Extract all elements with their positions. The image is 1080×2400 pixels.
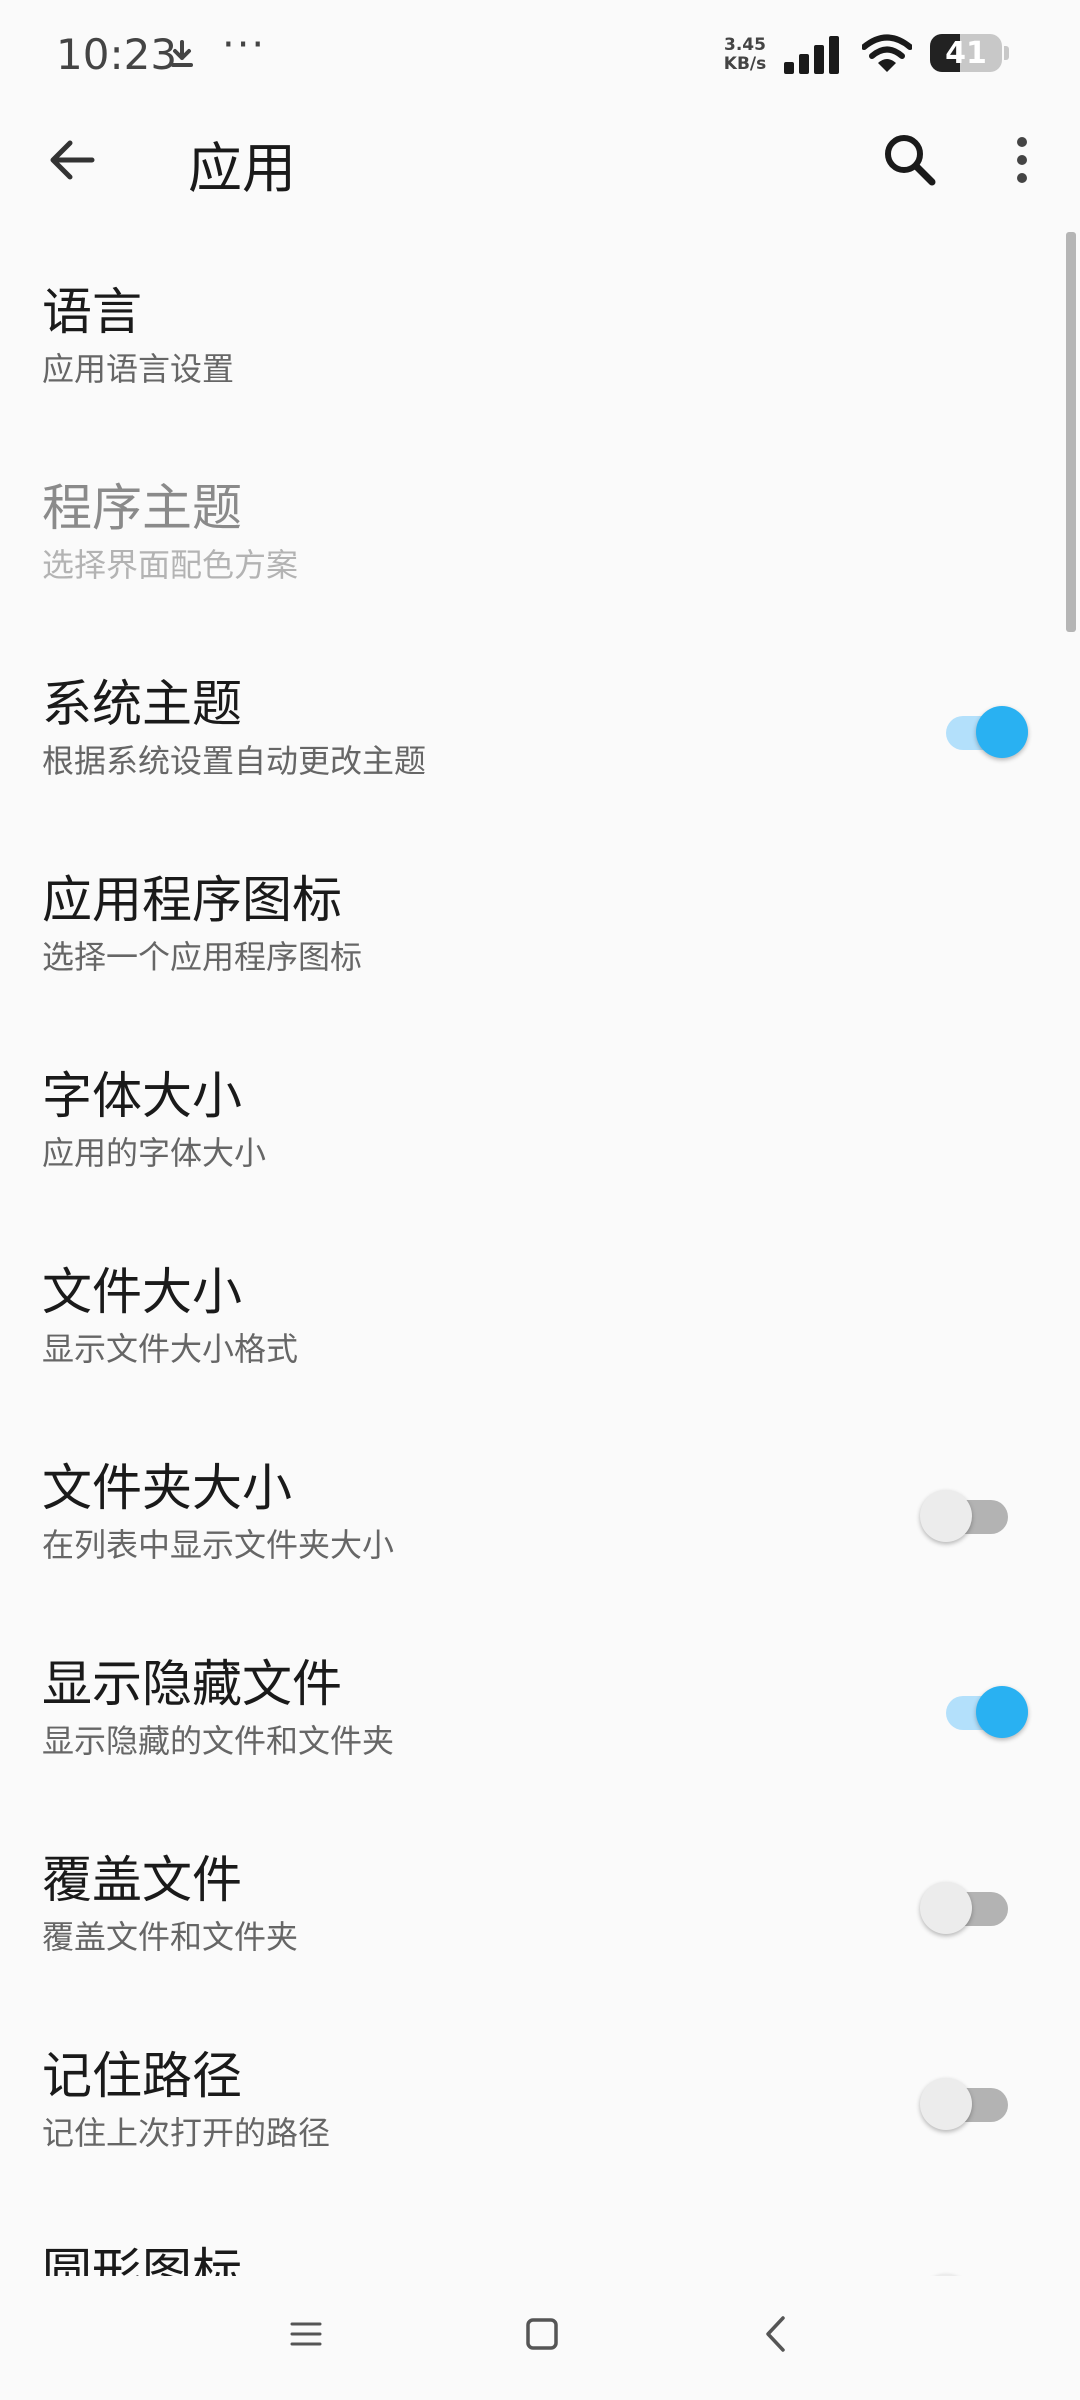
setting-row[interactable]: 文件夹大小在列表中显示文件夹大小	[0, 1416, 1080, 1612]
app-bar: 应用	[0, 110, 1080, 210]
network-speed-value: 3.45	[724, 35, 766, 55]
toggle-switch[interactable]	[920, 1876, 1030, 1936]
toggle-switch[interactable]	[920, 2072, 1030, 2132]
toggle-thumb	[976, 1686, 1028, 1738]
setting-title: 程序主题	[42, 479, 242, 537]
setting-row[interactable]: 记住路径记住上次打开的路径	[0, 2004, 1080, 2200]
toggle-thumb	[976, 706, 1028, 758]
page-title: 应用	[188, 137, 296, 200]
network-speed: 3.45 KB/s	[718, 36, 772, 74]
setting-title: 圆形图标	[42, 2243, 242, 2276]
setting-row[interactable]: 显示隐藏文件显示隐藏的文件和文件夹	[0, 1612, 1080, 1808]
back-icon[interactable]	[756, 2310, 796, 2358]
setting-subtitle: 覆盖文件和文件夹	[42, 1918, 299, 1956]
more-vert-icon[interactable]	[994, 128, 1050, 192]
setting-title: 文件大小	[42, 1263, 242, 1321]
status-bar: 10:23 ··· 3.45 KB/s 41	[0, 0, 1080, 110]
setting-row[interactable]: 覆盖文件覆盖文件和文件夹	[0, 1808, 1080, 2004]
battery-icon: 41	[930, 34, 1010, 74]
home-icon[interactable]	[520, 2312, 564, 2356]
system-navigation-bar	[0, 2276, 1080, 2400]
setting-title: 文件夹大小	[42, 1459, 292, 1517]
more-notifications-icon: ···	[222, 22, 267, 68]
setting-row[interactable]: 系统主题根据系统设置自动更改主题	[0, 632, 1080, 828]
setting-title: 字体大小	[42, 1067, 242, 1125]
setting-subtitle: 选择界面配色方案	[42, 546, 299, 584]
setting-subtitle: 应用的字体大小	[42, 1134, 267, 1172]
setting-title: 系统主题	[42, 675, 242, 733]
toggle-switch[interactable]	[920, 1484, 1030, 1544]
toggle-thumb	[920, 1490, 972, 1542]
setting-subtitle: 根据系统设置自动更改主题	[42, 742, 427, 780]
setting-row[interactable]: 程序主题选择界面配色方案	[0, 436, 1080, 632]
setting-title: 覆盖文件	[42, 1851, 242, 1909]
toggle-thumb	[920, 1882, 972, 1934]
network-speed-unit: KB/s	[723, 54, 767, 74]
setting-row[interactable]: 文件大小显示文件大小格式	[0, 1220, 1080, 1416]
toggle-switch[interactable]	[920, 700, 1030, 760]
menu-icon[interactable]	[286, 2314, 326, 2354]
arrow-back-icon[interactable]	[40, 128, 104, 192]
settings-list: 语言应用语言设置程序主题选择界面配色方案系统主题根据系统设置自动更改主题应用程序…	[0, 240, 1080, 2276]
setting-subtitle: 应用语言设置	[42, 350, 235, 388]
search-icon[interactable]	[878, 128, 942, 192]
setting-subtitle: 显示隐藏的文件和文件夹	[42, 1722, 395, 1760]
setting-title: 应用程序图标	[42, 871, 342, 929]
setting-row[interactable]: 圆形图标	[0, 2200, 1080, 2276]
status-time: 10:23	[56, 30, 178, 79]
setting-title: 语言	[42, 283, 142, 341]
toggle-thumb	[920, 2078, 972, 2130]
setting-subtitle: 在列表中显示文件夹大小	[42, 1526, 395, 1564]
setting-subtitle: 记住上次打开的路径	[42, 2114, 331, 2152]
toggle-switch[interactable]	[920, 2268, 1030, 2276]
download-icon	[171, 40, 193, 67]
setting-subtitle: 显示文件大小格式	[42, 1330, 299, 1368]
setting-subtitle: 选择一个应用程序图标	[42, 938, 363, 976]
setting-row[interactable]: 应用程序图标选择一个应用程序图标	[0, 828, 1080, 1024]
wifi-icon	[862, 34, 912, 72]
setting-title: 记住路径	[42, 2047, 242, 2105]
setting-title: 显示隐藏文件	[42, 1655, 342, 1713]
scrollbar[interactable]	[1066, 232, 1076, 632]
battery-level: 41	[945, 36, 987, 71]
setting-row[interactable]: 字体大小应用的字体大小	[0, 1024, 1080, 1220]
signal-icon	[784, 36, 839, 74]
toggle-switch[interactable]	[920, 1680, 1030, 1740]
setting-row[interactable]: 语言 应用语言设置	[0, 240, 1080, 436]
